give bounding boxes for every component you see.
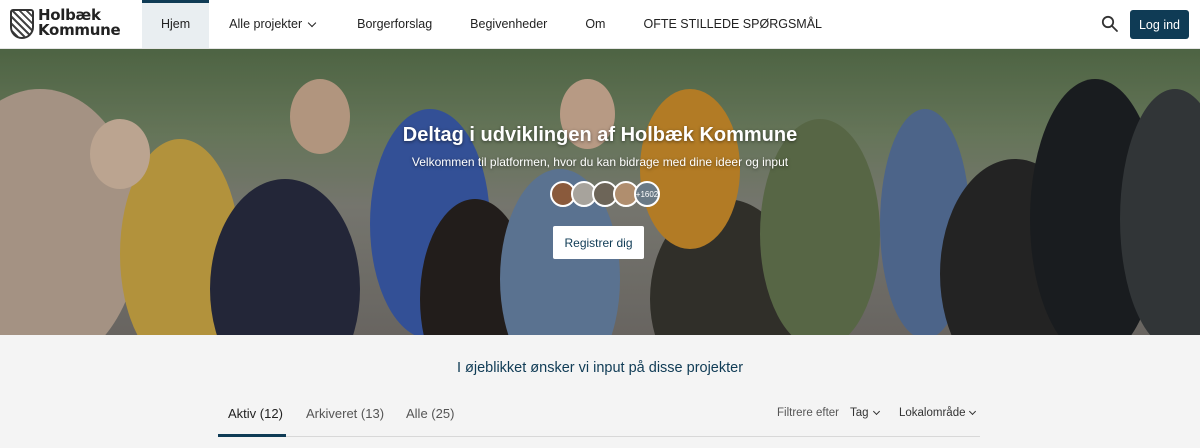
hero-subtitle: Velkommen til platformen, hvor du kan bi… — [411, 155, 789, 169]
nav-home-label: Hjem — [161, 17, 191, 31]
tab-archived-label: Arkiveret (13) — [306, 406, 385, 421]
chevron-down-icon — [872, 407, 880, 416]
tab-active-label: Aktiv (12) — [228, 406, 283, 421]
active-tab-indicator — [218, 434, 286, 437]
nav-citizen-proposals-label: Borgerforslag — [357, 17, 433, 31]
nav-all-projects-label: Alle projekter — [229, 17, 303, 31]
logo-line-2: Kommune — [38, 21, 121, 39]
search-icon[interactable] — [1101, 15, 1119, 33]
filter-label: Filtrere efter — [777, 407, 839, 419]
tag-filter-label: Tag — [850, 407, 869, 419]
nav-citizen-proposals[interactable]: Borgerforslag — [337, 0, 451, 48]
tab-all[interactable]: Alle (25) — [406, 406, 454, 421]
tag-filter-dropdown[interactable]: Tag — [850, 407, 880, 419]
hero-banner: Deltag i udviklingen af Holbæk Kommune V… — [0, 49, 1200, 335]
participant-count-badge: +1602 — [634, 181, 660, 207]
register-button[interactable]: Registrer dig — [553, 226, 644, 259]
main-nav: Hjem Alle projekter Borgerforslag Begive… — [142, 0, 841, 48]
holbaek-logo[interactable]: Holbæk Kommune — [8, 8, 122, 40]
project-tabs: Aktiv (12) Arkiveret (13) Alle (25) Filt… — [218, 394, 980, 437]
nav-about-label: Om — [585, 17, 606, 31]
chevron-down-icon — [307, 18, 317, 27]
login-button[interactable]: Log ind — [1130, 10, 1189, 39]
chevron-down-icon — [969, 407, 977, 416]
login-label: Log ind — [1138, 17, 1180, 32]
hero-title: Deltag i udviklingen af Holbæk Kommune — [402, 124, 798, 146]
nav-events-label: Begivenheder — [470, 17, 548, 31]
nav-events[interactable]: Begivenheder — [451, 0, 566, 48]
crest-icon — [10, 9, 34, 39]
tab-archived[interactable]: Arkiveret (13) — [306, 406, 384, 421]
tab-active[interactable]: Aktiv (12) — [228, 406, 283, 421]
area-filter-dropdown[interactable]: Lokalområde — [899, 407, 977, 419]
nav-all-projects[interactable]: Alle projekter — [209, 0, 337, 48]
nav-about[interactable]: Om — [566, 0, 624, 48]
tab-all-label: Alle (25) — [406, 406, 455, 421]
projects-section-title: I øjeblikket ønsker vi input på disse pr… — [456, 360, 744, 376]
participant-avatars: +1602 — [550, 181, 660, 207]
register-label: Registrer dig — [564, 235, 633, 250]
nav-faq[interactable]: OFTE STILLEDE SPØRGSMÅL — [624, 0, 841, 48]
nav-faq-label: OFTE STILLEDE SPØRGSMÅL — [643, 17, 822, 31]
area-filter-label: Lokalområde — [899, 407, 966, 419]
logo-text: Holbæk Kommune — [38, 8, 121, 39]
site-header: Holbæk Kommune Hjem Alle projekter Borge… — [0, 0, 1200, 49]
nav-home[interactable]: Hjem — [142, 0, 210, 48]
